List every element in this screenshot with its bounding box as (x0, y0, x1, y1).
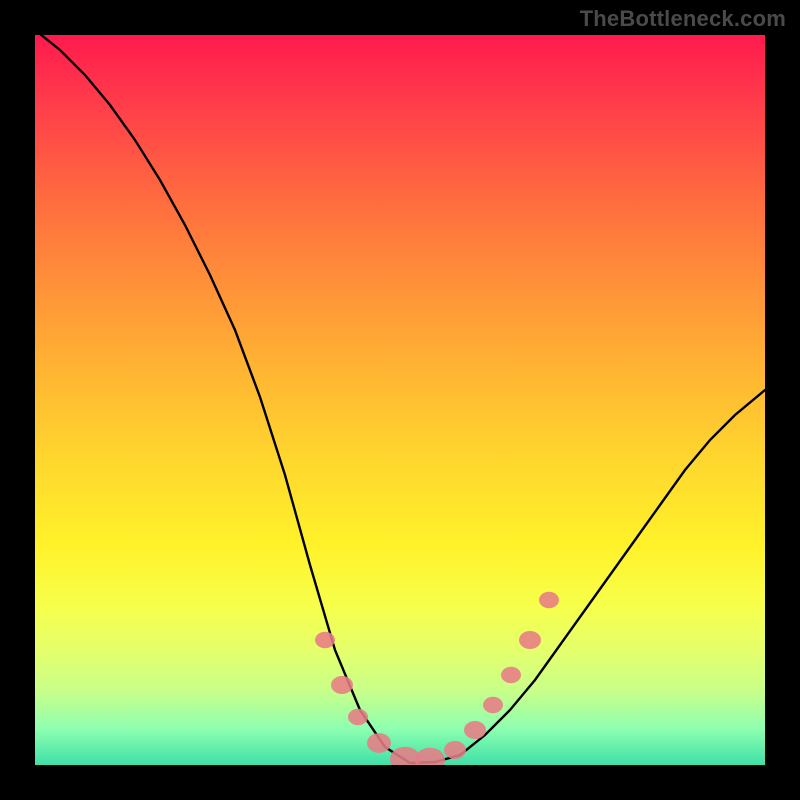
highlight-point (444, 741, 466, 759)
bottleneck-curve (35, 35, 765, 763)
highlight-point (348, 709, 368, 725)
highlight-point (483, 697, 503, 713)
chart-frame: TheBottleneck.com (0, 0, 800, 800)
highlight-point (539, 592, 559, 608)
highlight-point (315, 632, 335, 648)
watermark-text: TheBottleneck.com (580, 6, 786, 32)
highlight-point (464, 721, 486, 739)
highlight-point (331, 676, 353, 694)
curve-group (35, 35, 765, 763)
highlight-point (367, 733, 391, 753)
highlight-point (415, 748, 445, 765)
highlight-markers (315, 592, 559, 765)
highlight-point (519, 631, 541, 649)
chart-plot-area (35, 35, 765, 765)
chart-svg (35, 35, 765, 765)
highlight-point (501, 667, 521, 683)
